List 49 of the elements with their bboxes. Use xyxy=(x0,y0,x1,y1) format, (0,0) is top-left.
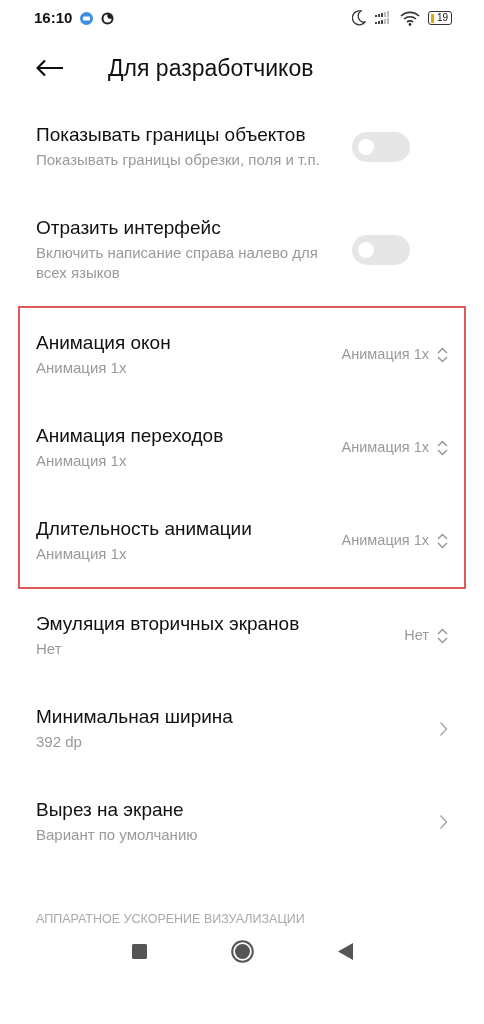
setting-subtitle: Анимация 1x xyxy=(36,358,128,378)
settings-row[interactable]: Показывать границы объектов Показывать границы обрезки, поля и т.п. xyxy=(0,100,484,193)
up-down-chevron-icon xyxy=(437,346,448,363)
setting-subtitle: 392 dp xyxy=(36,732,83,752)
up-down-chevron-icon xyxy=(437,532,448,549)
recents-button[interactable] xyxy=(131,943,147,959)
settings-row[interactable]: Минимальная ширина 392 dp xyxy=(0,682,484,775)
back-arrow-icon[interactable] xyxy=(36,59,64,77)
chevron-right-icon xyxy=(439,813,448,830)
page-title: Для разработчиков xyxy=(108,53,314,83)
settings-row[interactable]: Эмуляция вторичных экранов Нет Нет xyxy=(0,589,484,682)
setting-title: Вырез на экране xyxy=(36,798,185,822)
setting-subtitle: Показывать границы обрезки, поля и т.п. xyxy=(36,150,321,170)
section-header: АППАРАТНОЕ УСКОРЕНИЕ ВИЗУАЛИЗАЦИИ xyxy=(35,912,306,926)
setting-title: Длительность анимации xyxy=(36,517,253,541)
setting-title: Анимация окон xyxy=(36,331,172,355)
toggle-switch[interactable] xyxy=(352,234,410,265)
up-down-chevron-icon xyxy=(437,439,448,456)
toggle-switch[interactable] xyxy=(352,131,410,162)
wifi-icon xyxy=(399,10,420,26)
moon-icon xyxy=(351,10,366,26)
setting-title: Минимальная ширина xyxy=(36,705,234,729)
up-down-chevron-icon xyxy=(437,627,448,644)
signal-icon xyxy=(373,11,392,25)
battery-icon: 19 xyxy=(427,11,452,25)
settings-row[interactable]: Отразить интерфейс Включить написание справа налево для всех языков xyxy=(0,193,484,306)
settings-row[interactable]: Длительность анимации Анимация 1x Анимация 1x xyxy=(20,494,464,587)
app-notification-icon xyxy=(80,11,94,25)
home-button[interactable] xyxy=(230,939,254,963)
setting-subtitle: Включить написание справа налево для всех языков xyxy=(36,243,319,283)
moon-notification-icon xyxy=(101,11,115,25)
status-time: 16:10 xyxy=(34,7,73,28)
setting-subtitle: Анимация 1x xyxy=(36,544,128,564)
setting-value: Анимация 1x xyxy=(341,530,429,550)
setting-value: Анимация 1x xyxy=(341,344,429,364)
chevron-right-icon xyxy=(439,720,448,737)
setting-subtitle: Анимация 1x xyxy=(36,451,128,471)
setting-value: Нет xyxy=(404,625,429,645)
setting-title: Показывать границы объектов xyxy=(36,123,307,147)
settings-row[interactable]: Анимация окон Анимация 1x Анимация 1x xyxy=(20,308,464,401)
setting-title: Эмуляция вторичных экранов xyxy=(36,612,301,636)
settings-row[interactable]: Анимация переходов Анимация 1x Анимация 1x xyxy=(20,401,464,494)
setting-title: Отразить интерфейс xyxy=(36,216,222,240)
setting-subtitle: Нет xyxy=(36,639,63,659)
setting-title: Анимация переходов xyxy=(36,424,225,448)
back-button[interactable] xyxy=(337,942,353,960)
settings-row[interactable]: Вырез на экране Вариант по умолчанию xyxy=(0,775,484,868)
setting-subtitle: Вариант по умолчанию xyxy=(36,825,199,845)
setting-value: Анимация 1x xyxy=(341,437,429,457)
